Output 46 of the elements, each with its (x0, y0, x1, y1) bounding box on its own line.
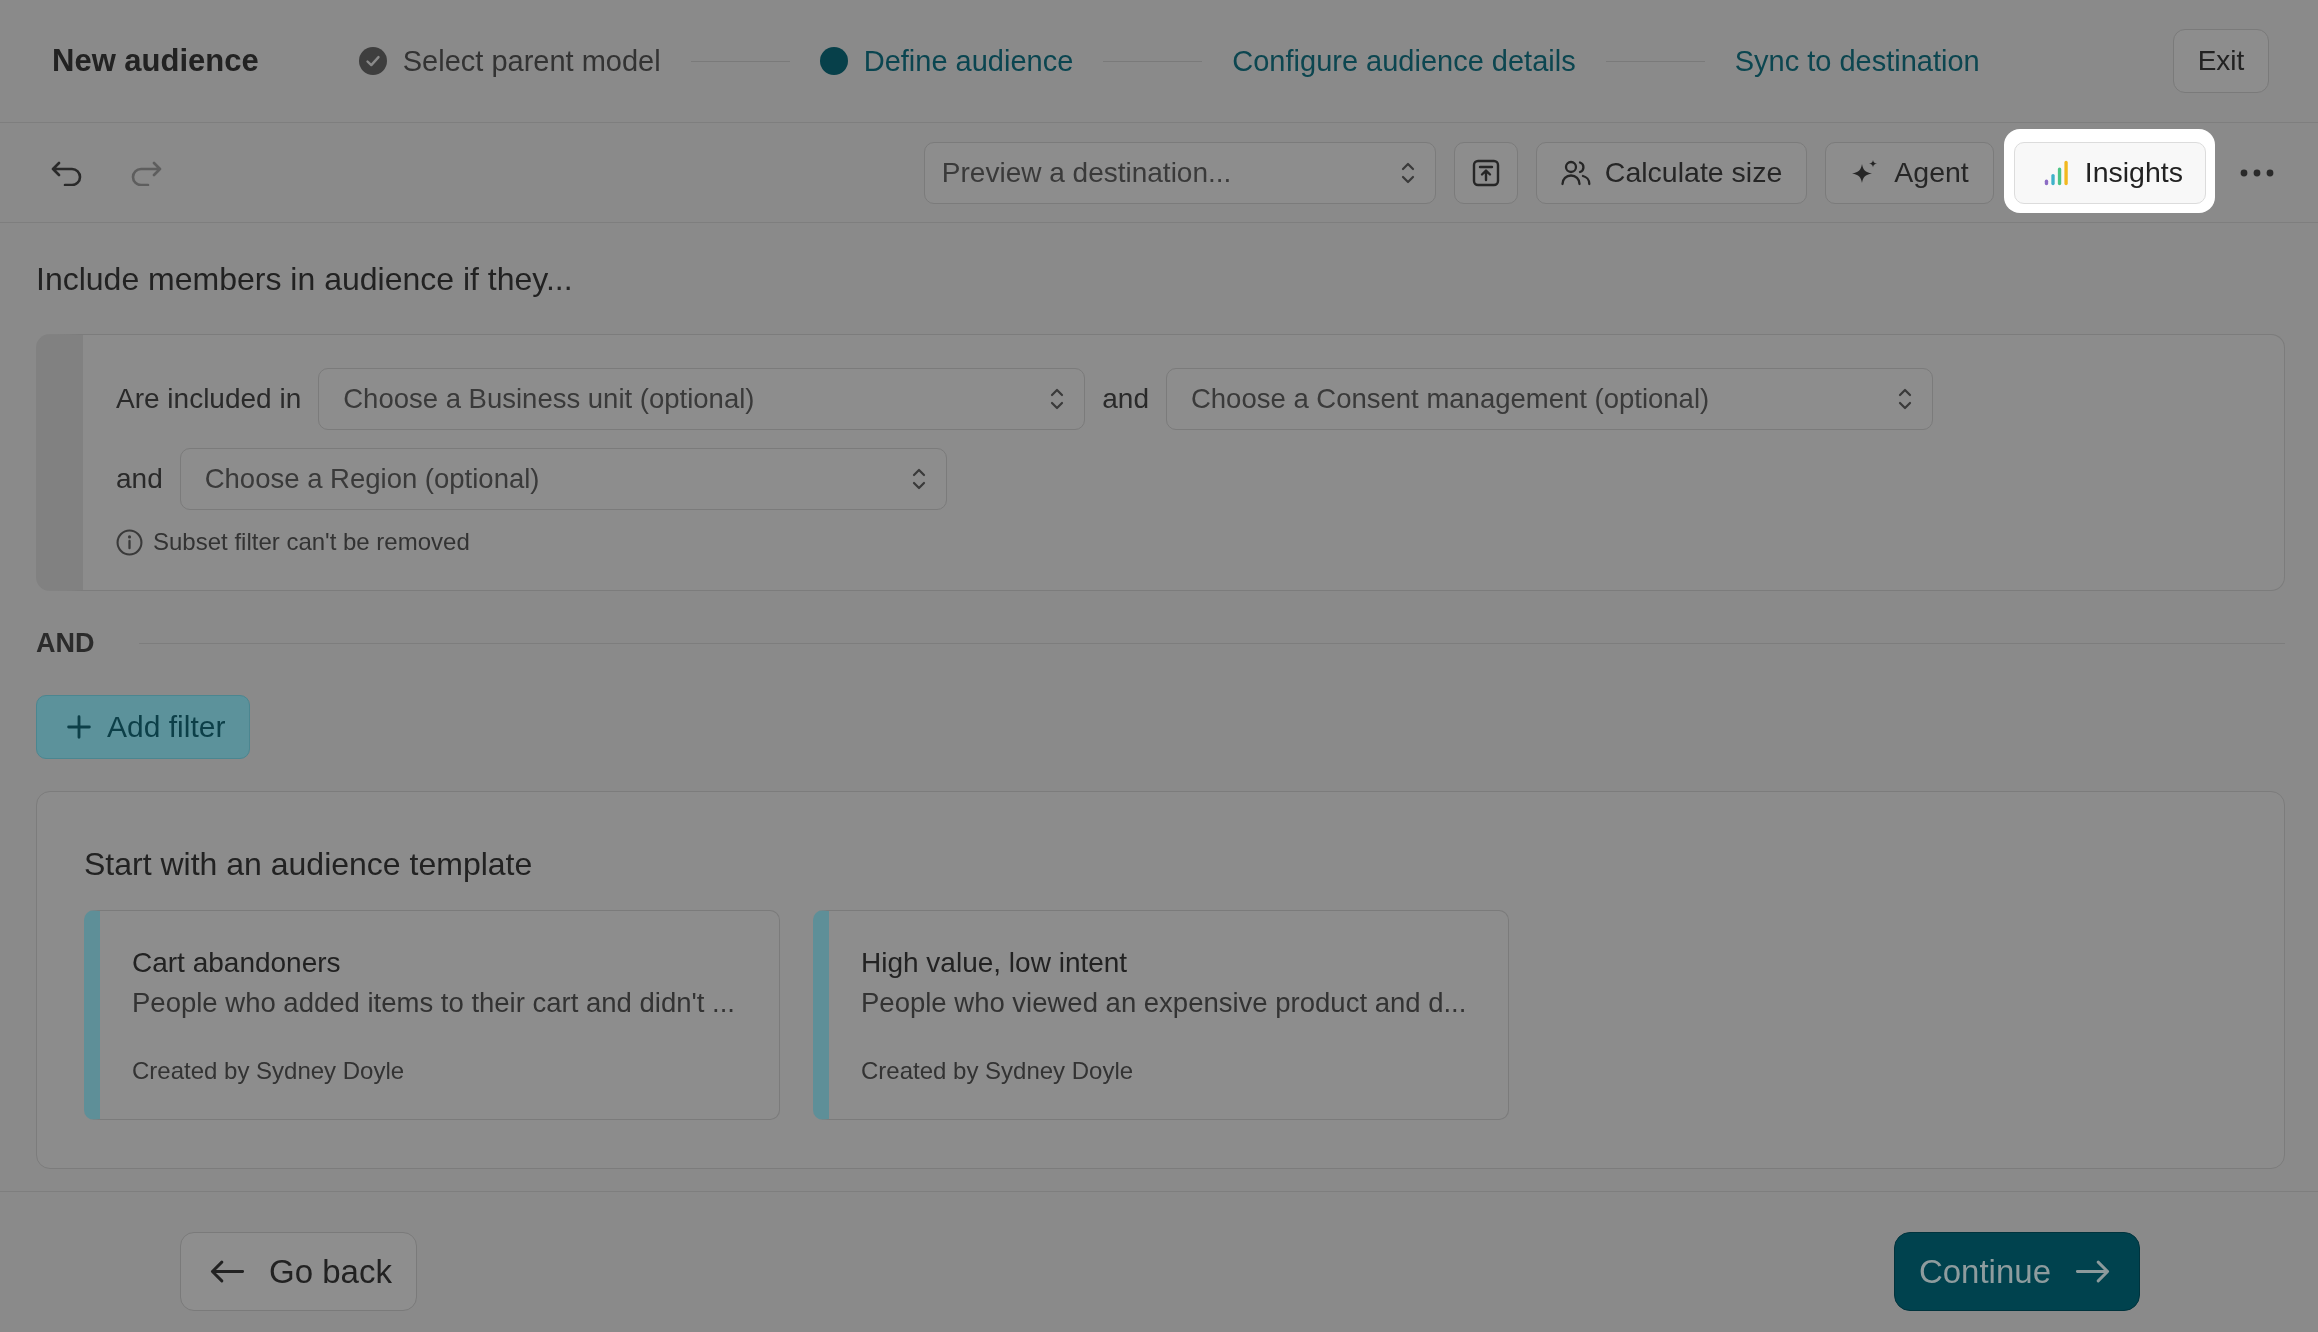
arrow-left-icon (209, 1259, 245, 1284)
template-author: Created by Sydney Doyle (132, 1056, 406, 1086)
stepper-step[interactable]: Configure audience details (1232, 44, 1576, 78)
chevron-updown-icon (911, 467, 926, 491)
continue-button[interactable]: Continue (1893, 1232, 2140, 1311)
add-filter-button[interactable]: Add filter (36, 695, 251, 759)
template-card[interactable]: Cart abandoners People who added items to their cart and didn't ... Created by Sydney Doyle (84, 910, 780, 1120)
dropdown-field[interactable]: Choose a Consent management (optional) (1165, 368, 1933, 430)
condition-label: Are included in (116, 383, 302, 415)
dropdown-field[interactable]: Choose a Business unit (optional) (318, 368, 1086, 430)
toolbar-button[interactable]: Calculate size (1535, 141, 1808, 204)
info-icon (116, 528, 143, 556)
stepper-step[interactable]: Select parent model (358, 44, 661, 78)
people-icon (1560, 158, 1591, 187)
template-card[interactable]: High value, low intent People who viewed an expensive product and d... Created by Sydney Doyle (813, 910, 1509, 1120)
check-circle-icon (358, 47, 387, 75)
toolbar-button[interactable]: Agent (1825, 141, 1994, 204)
note-text: Subset filter can't be removed (153, 528, 470, 556)
status-dot-icon (819, 47, 848, 75)
template-name: Cart abandoners (132, 946, 342, 980)
panel-title: Start with an audience template (84, 845, 534, 883)
undo-icon[interactable] (50, 159, 84, 186)
stepper-step[interactable]: Define audience (819, 44, 1074, 78)
condition-label: and (1102, 383, 1149, 415)
condition-label: and (116, 463, 163, 495)
destination-select[interactable]: Preview a destination... (923, 141, 1436, 204)
chevron-updown-icon (1400, 160, 1415, 185)
stepper-step[interactable]: Sync to destination (1734, 44, 1980, 78)
operator-label: AND (36, 628, 95, 659)
template-description: People who added items to their cart and didn't ... (132, 986, 736, 1020)
template-description: People who viewed an expensive product and d... (861, 986, 1468, 1020)
upload-box-icon (1470, 158, 1501, 187)
export-button[interactable] (1453, 141, 1518, 204)
chevron-updown-icon (1050, 387, 1065, 411)
exit-button[interactable]: Exit (2173, 29, 2269, 93)
go-back-button[interactable]: Go back (180, 1232, 417, 1311)
template-name: High value, low intent (861, 946, 1129, 980)
more-icon[interactable] (2240, 168, 2274, 177)
arrow-right-icon (2075, 1259, 2111, 1284)
template-author: Created by Sydney Doyle (861, 1056, 1135, 1086)
toolbar-button[interactable]: Insights (2013, 141, 2206, 204)
dropdown-field[interactable]: Choose a Region (optional) (179, 448, 947, 510)
chevron-updown-icon (1897, 387, 1912, 411)
section-title: Include members in audience if they... (36, 260, 573, 298)
plus-icon (67, 715, 91, 739)
page-title: New audience (52, 43, 259, 79)
